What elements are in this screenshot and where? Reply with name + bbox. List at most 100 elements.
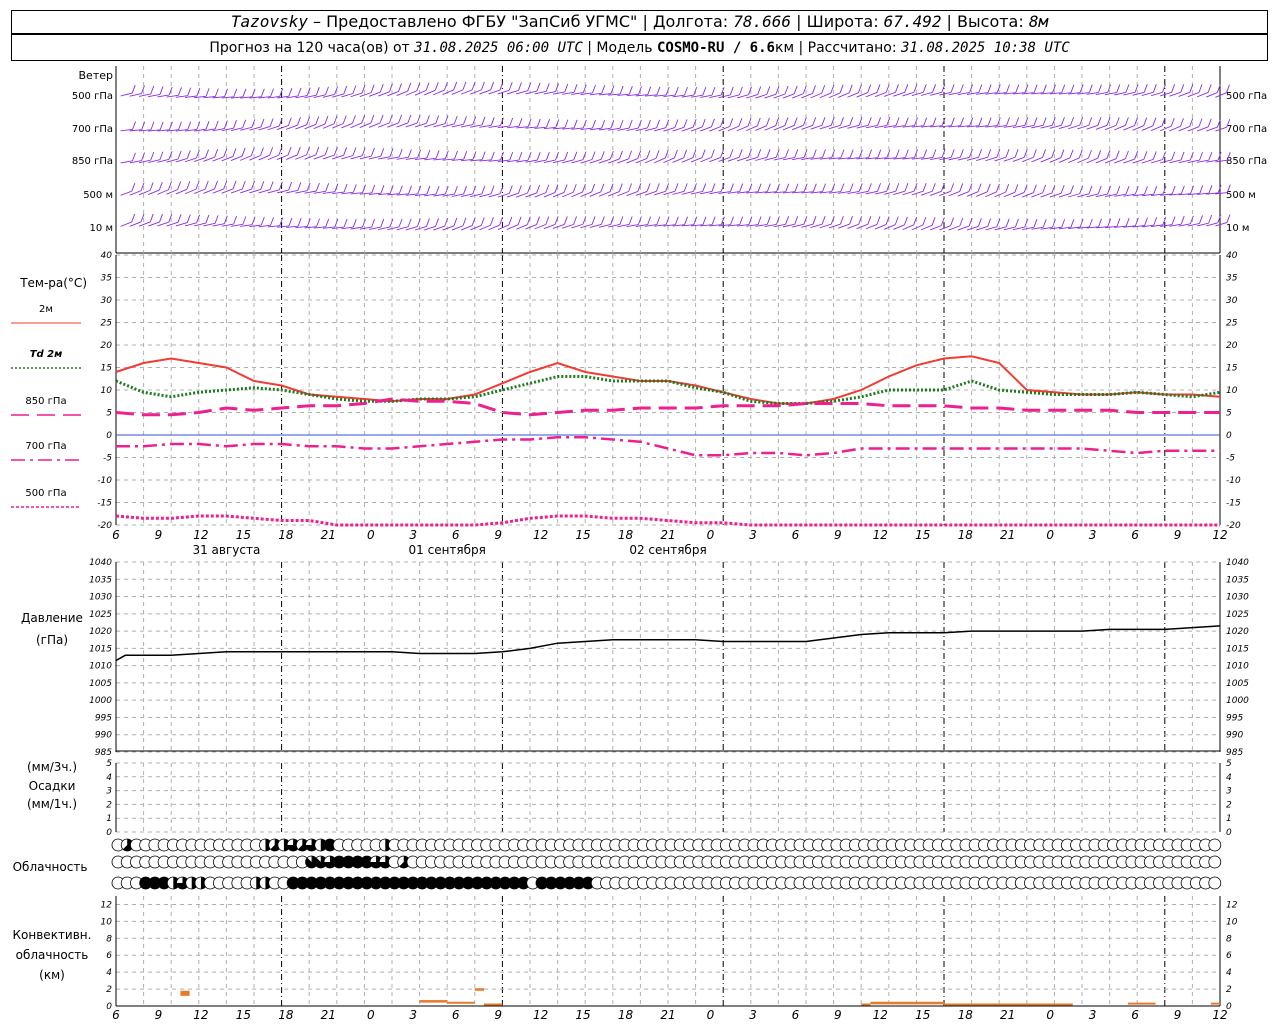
- wind-barb-flag: [573, 119, 578, 128]
- wind-barb-flag: [343, 218, 348, 228]
- wind-barb-flag: [490, 217, 494, 226]
- wind-barb-flag: [361, 114, 366, 124]
- pressure-tick-label: 1020: [89, 627, 112, 637]
- wind-barb-flag: [812, 85, 816, 94]
- conv-xtick-label: 12: [873, 1008, 888, 1022]
- wind-barb-flag: [131, 213, 136, 223]
- wind-barb-flag: [784, 85, 789, 95]
- wind-barb-flag: [159, 86, 164, 95]
- wind-level-label-right: 500 м: [1226, 190, 1256, 201]
- temp-xtick-label: 15: [915, 528, 930, 542]
- conv-xtick-label: 15: [575, 1008, 590, 1022]
- wind-barb-flag: [214, 180, 218, 190]
- wind-barb-flag: [398, 185, 403, 194]
- wind-barb-flag: [177, 150, 182, 160]
- date-label: 01 сентября: [409, 543, 486, 557]
- wind-level-label-right: 700 гПа: [1226, 124, 1267, 135]
- wind-barb: [129, 93, 142, 97]
- wind-barb-flag: [370, 114, 375, 124]
- wind-barb-flag: [260, 216, 265, 226]
- wind-barb-flag: [1060, 185, 1065, 194]
- temp-tick-label-right: 0: [1226, 431, 1232, 441]
- wind-barb-flag: [959, 149, 964, 158]
- temp-xtick-label: 9: [494, 528, 502, 542]
- wind-barb-flag: [352, 115, 356, 124]
- wind-barb-flag: [637, 216, 642, 225]
- temp-xtick-label: 9: [155, 528, 163, 542]
- wind-barb-flag: [738, 149, 743, 158]
- wind-barb-flag: [1015, 84, 1020, 93]
- precip-label: Осадки: [29, 779, 76, 793]
- conv-xtick-label: 18: [618, 1008, 634, 1022]
- conv-xtick-label: 0: [1046, 1008, 1054, 1022]
- temp-xtick-label: 21: [660, 528, 675, 542]
- convective-cloud-bar: [1128, 1002, 1156, 1005]
- wind-barb-flag: [573, 84, 578, 93]
- temp-xtick-label: 9: [1174, 528, 1182, 542]
- wind-barb-flag: [1107, 185, 1111, 195]
- wind-barb-flag: [187, 87, 192, 96]
- wind-barb-flag: [1208, 152, 1213, 161]
- conv-xtick-label: 12: [193, 1008, 208, 1022]
- wind-barb-flag: [315, 146, 320, 156]
- wind-barb-flag: [223, 120, 228, 129]
- pressure-tick-label-right: 1030: [1226, 593, 1249, 603]
- pressure-tick-label-right: 1005: [1226, 679, 1249, 689]
- wind-barb-flag: [288, 181, 293, 191]
- wind-barb-flag: [545, 83, 550, 92]
- wind-barb-flag: [683, 119, 688, 128]
- wind-barb-flag: [546, 119, 550, 128]
- wind-barb-flag: [757, 183, 762, 192]
- wind-barb-flag: [849, 149, 854, 158]
- wind-barb-flag: [1116, 84, 1121, 93]
- wind-barb-flag: [793, 85, 798, 94]
- wind-barb-flag: [1070, 84, 1075, 93]
- conv-label-3: (км): [39, 968, 65, 982]
- pressure-tick-label: 1010: [89, 662, 112, 672]
- wind-barb-flag: [756, 117, 761, 127]
- wind-barb-flag: [453, 185, 458, 195]
- wind-barb: [847, 223, 859, 229]
- temp-tick-label-right: -10: [1226, 476, 1241, 486]
- wind-barb-flag: [785, 183, 790, 192]
- wind-barb-flag: [600, 216, 605, 225]
- wind-barb-flag: [1014, 184, 1019, 193]
- wind-barb-flag: [288, 217, 293, 227]
- wind-barb-flag: [1199, 185, 1204, 194]
- wind-barb-flag: [619, 85, 624, 95]
- wind-barb-flag: [1116, 218, 1121, 227]
- wind-barb-flag: [600, 183, 605, 192]
- convective-cloud-bar: [861, 1003, 871, 1006]
- wind-barb-flag: [325, 218, 330, 227]
- wind-barb-flag: [269, 118, 274, 127]
- wind-barb-flag: [1088, 117, 1093, 126]
- cloud-panel: [111, 838, 1222, 890]
- conv-xtick-label: 9: [834, 1008, 842, 1022]
- conv-tick-label: 2: [106, 985, 112, 995]
- conv-xtick-label: 3: [749, 1008, 757, 1022]
- wind-barb-flag: [840, 183, 845, 192]
- wind-barb-flag: [941, 149, 946, 158]
- wind-barb-flag: [619, 119, 624, 129]
- wind-barb-flag: [968, 217, 973, 227]
- wind-barb-flag: [794, 183, 799, 192]
- wind-barb-flag: [131, 84, 136, 94]
- conv-xtick-label: 21: [1000, 1008, 1015, 1022]
- wind-barb-flag: [766, 149, 771, 158]
- wind-barb-flag: [1042, 219, 1047, 228]
- wind-barb-flag: [877, 149, 882, 158]
- wind-barb-flag: [1088, 185, 1093, 194]
- wind-barb-flag: [509, 117, 514, 127]
- temp-xtick-label: 12: [533, 528, 548, 542]
- wind-barb-flag: [876, 84, 881, 93]
- wind-barb-flag: [444, 217, 449, 227]
- wind-barb-flag: [1152, 151, 1157, 160]
- wind-barb-flag: [628, 86, 633, 95]
- wind-barb-flag: [296, 146, 301, 156]
- wind-barb-flag: [821, 117, 826, 126]
- wind-barb-flag: [408, 185, 412, 194]
- cloud-cover-symbol: [1208, 855, 1222, 869]
- wind-barb-flag: [848, 84, 853, 93]
- wind-barb-flag: [480, 217, 485, 226]
- wind-barb: [893, 224, 905, 230]
